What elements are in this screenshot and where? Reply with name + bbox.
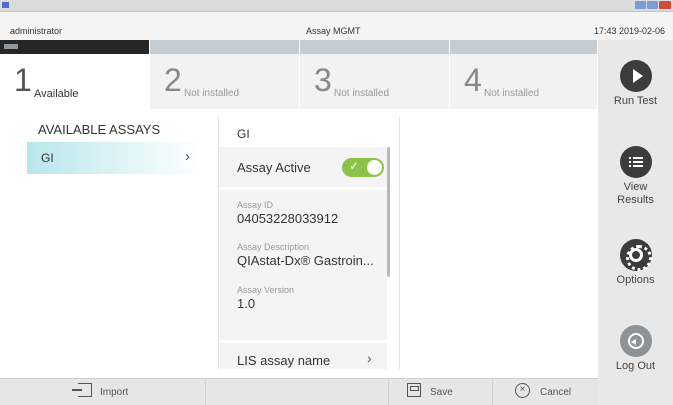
assay-info-card: Assay ID 04053228033912 Assay Descriptio… [219,190,387,340]
assay-description-value: QIAstat-Dx® Gastroin... [237,253,374,268]
detail-scrollbar[interactable] [387,147,390,277]
module-number: 2 [164,62,182,98]
minimize-icon[interactable] [635,1,646,9]
log-out-label: Log Out [615,360,656,372]
assay-id-label: Assay ID [237,200,274,210]
module-label: Not installed [334,88,390,99]
log-out-button[interactable]: Log Out [598,325,673,373]
toggle-knob [367,160,382,175]
bottom-action-bar: Import Save × Cancel [0,378,598,405]
right-sidebar: Run Test View Results Options Log Out [598,40,673,405]
import-label: Import [100,387,129,398]
logout-icon [627,333,644,349]
module-label: Available [34,88,79,100]
assay-detail-title: GI [237,127,250,141]
header-bar: administrator Assay MGMT 17:43 2019-02-0… [0,12,673,40]
assay-version-field: Assay Version 1.0 [237,285,294,311]
assay-description-label: Assay Description [237,242,310,252]
module-label: Not installed [484,88,540,99]
module-tab-1[interactable]: 1 Available [0,40,150,109]
play-icon [632,69,643,83]
module-number: 3 [314,62,332,98]
gear-icon [625,245,652,271]
options-button[interactable]: Options [598,239,673,287]
close-icon[interactable] [659,1,671,9]
available-assays-title: AVAILABLE ASSAYS [38,122,161,137]
checkmark-icon: ✓ [349,159,360,173]
assay-list-item[interactable]: GI › [27,142,202,174]
module-label: Not installed [184,88,240,99]
import-button[interactable]: Import [0,379,205,405]
assay-name: GI [41,151,54,165]
save-button[interactable]: Save [389,379,492,405]
divider [205,379,206,405]
assay-detail-panel[interactable]: GI Assay Active ✓ Assay ID 0405322803391… [218,117,400,369]
module-number: 4 [464,62,482,98]
lis-assay-name-label: LIS assay name [237,353,331,368]
module-tab-3[interactable]: 3 Not installed [300,40,450,109]
assay-active-toggle[interactable]: ✓ [342,158,384,177]
assay-version-label: Assay Version [237,285,295,295]
chevron-right-icon: › [367,350,372,366]
app-name: Assay MGMT [306,26,361,36]
module-number: 1 [14,62,32,98]
assay-id-value: 04053228033912 [237,211,339,226]
cancel-button[interactable]: × Cancel [493,379,598,405]
view-results-button[interactable]: View Results [598,146,673,207]
lis-assay-name-row[interactable]: LIS assay name › [219,343,387,369]
module-tabs: 1 Available 2 Not installed 3 Not instal… [0,40,598,109]
import-icon [72,383,92,397]
module-tab-2[interactable]: 2 Not installed [150,40,300,109]
app-icon [2,2,9,8]
current-user: administrator [10,26,63,36]
run-test-button[interactable]: Run Test [598,60,673,108]
assay-active-label: Assay Active [237,160,311,175]
assay-description-field: Assay Description QIAstat-Dx® Gastroin..… [237,242,374,268]
datetime: 17:43 2019-02-06 [593,26,665,36]
window-title-bar [0,0,673,12]
list-icon [628,155,643,169]
assay-active-row: Assay Active ✓ [219,147,387,187]
module-tab-4[interactable]: 4 Not installed [450,40,598,109]
module-status-tag [4,44,18,49]
options-label: Options [616,274,655,286]
save-label: Save [430,387,453,398]
assay-version-value: 1.0 [237,296,256,311]
save-icon [407,383,421,397]
cancel-label: Cancel [540,387,572,398]
chevron-right-icon: › [185,148,190,165]
main-content: AVAILABLE ASSAYS GI › GI Assay Active ✓ … [0,109,598,378]
view-results-label: View Results [617,181,654,206]
cancel-icon: × [515,383,530,398]
assay-id-field: Assay ID 04053228033912 [237,200,338,226]
maximize-icon[interactable] [647,1,658,9]
run-test-label: Run Test [613,95,658,107]
